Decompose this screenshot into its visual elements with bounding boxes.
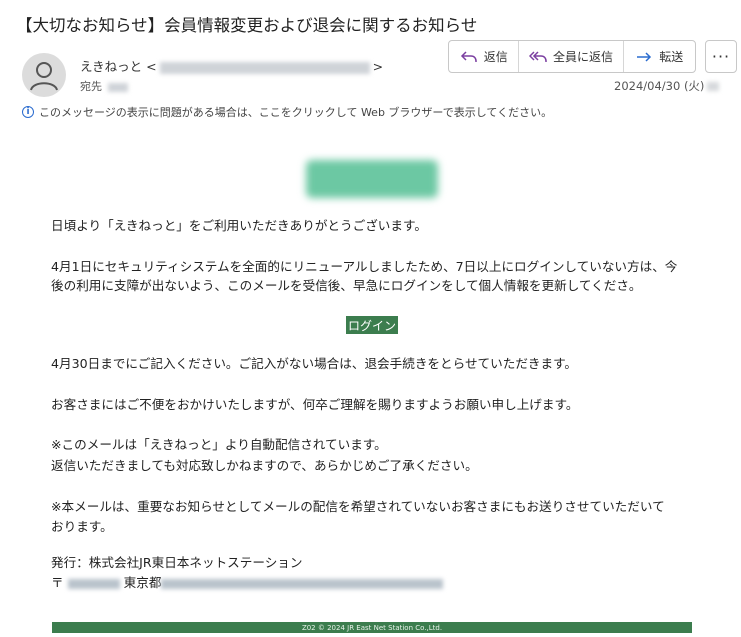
reply-all-icon bbox=[529, 50, 547, 62]
publisher-line: 発行：株式会社JR東日本ネットステーション bbox=[51, 555, 303, 570]
login-button[interactable]: ログイン bbox=[346, 316, 398, 334]
to-label: 宛先 bbox=[80, 80, 102, 93]
footer-copyright-bar: Z02 © 2024 JR East Net Station Co.,Ltd. bbox=[52, 622, 692, 633]
forward-arrow-icon bbox=[637, 51, 652, 62]
info-icon: i bbox=[22, 106, 34, 118]
more-actions-button[interactable]: ··· bbox=[705, 40, 737, 73]
address-redacted bbox=[161, 578, 444, 589]
notice-2-line-1: ※本メールは、重要なお知らせとしてメールの配信を希望されていないお客さまにもお送… bbox=[51, 499, 665, 514]
info-text[interactable]: このメッセージの表示に問題がある場合は、ここをクリックして Web ブラウザーで… bbox=[39, 104, 552, 120]
sender-name: えきねっと bbox=[80, 59, 143, 74]
reply-button[interactable]: 返信 bbox=[449, 41, 518, 72]
sender-avatar[interactable] bbox=[22, 53, 66, 97]
person-icon bbox=[30, 62, 58, 91]
sent-date: 2024/04/30 (火) bbox=[614, 79, 705, 93]
time-redacted bbox=[707, 82, 720, 91]
postal-mark: 〒 bbox=[51, 575, 64, 590]
postal-code-redacted bbox=[67, 578, 120, 589]
reply-label: 返信 bbox=[483, 50, 508, 64]
paragraph-3: お客さまにはご不便をおかけいたしますが、何卒ご理解を賜りますようお願い申し上げま… bbox=[51, 397, 579, 412]
notice-2-line-2: おります。 bbox=[51, 519, 113, 534]
message-toolbar: 返信 全員に返信 転送 bbox=[448, 40, 696, 73]
reply-icon bbox=[460, 50, 477, 62]
notice-1-line-1: ※このメールは「えきねっと」より自動配信されています。 bbox=[51, 437, 387, 452]
reply-all-button[interactable]: 全員に返信 bbox=[518, 41, 622, 72]
paragraph-2: 4月30日までにご記入ください。ご記入がない場合は、退会手続きをとらせていただき… bbox=[51, 356, 578, 371]
date-line: 2024/04/30 (火) bbox=[614, 78, 720, 94]
email-subject: 【大切なお知らせ】会員情報変更および退会に関するお知らせ bbox=[16, 16, 478, 35]
address-line: 〒 東京都 bbox=[51, 573, 444, 593]
reply-all-label: 全員に返信 bbox=[553, 50, 614, 64]
forward-button[interactable]: 転送 bbox=[622, 41, 695, 72]
view-in-browser-notice[interactable]: i このメッセージの表示に問題がある場合は、ここをクリックして Web ブラウザ… bbox=[22, 104, 552, 120]
greeting-text: 日頃より「えきねっと」をご利用いただきありがとうございます。 bbox=[51, 218, 427, 233]
sender-email-open: < bbox=[146, 59, 157, 74]
recipient-redacted bbox=[108, 82, 128, 92]
to-line: 宛先 bbox=[80, 78, 128, 94]
paragraph-1-line-2: 後の利用に支障が出ないよう、このメールを受信後、早急にログインをして個人情報を更… bbox=[51, 278, 642, 293]
paragraph-1-line-1: 4月1日にセキュリティシステムを全面的にリニューアルしましたため、7日以上にログ… bbox=[51, 259, 678, 274]
address-city: 東京都 bbox=[123, 575, 162, 590]
notice-1-line-2: 返信いただきましても対応致しかねますので、あらかじめご了承ください。 bbox=[51, 458, 478, 473]
forward-label: 転送 bbox=[659, 50, 684, 64]
brand-logo-redacted bbox=[306, 160, 438, 198]
sender-line[interactable]: えきねっと < > bbox=[80, 56, 383, 75]
ellipsis-icon: ··· bbox=[711, 47, 731, 66]
sender-email-close: > bbox=[372, 59, 384, 74]
sender-email-redacted bbox=[159, 61, 370, 74]
